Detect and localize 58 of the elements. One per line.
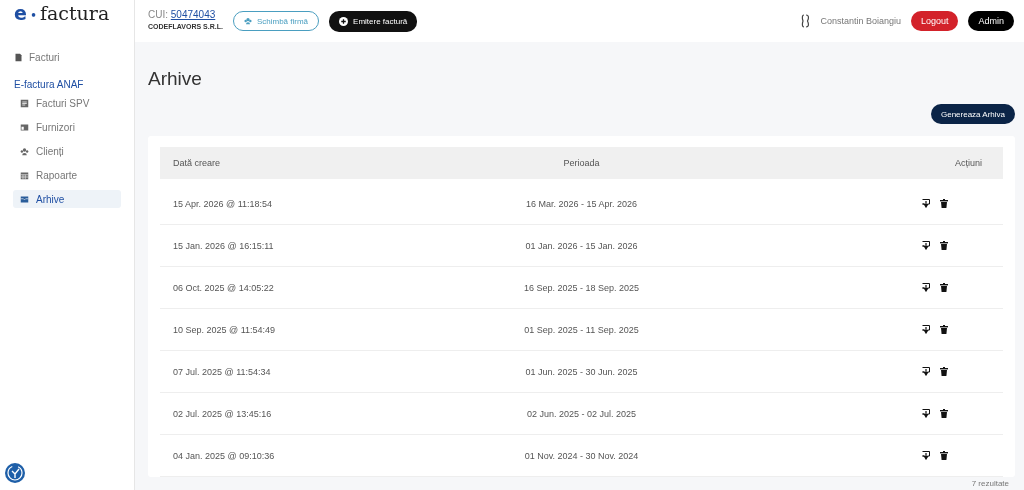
trash-icon[interactable] xyxy=(940,241,948,250)
sidebar-item[interactable]: Rapoarte xyxy=(13,166,121,184)
cui-link[interactable]: 50474043 xyxy=(170,8,216,20)
table-cell-text: 02 Jun. 2025 - 02 Jul. 2025 xyxy=(525,408,638,419)
trash-icon[interactable] xyxy=(940,409,948,418)
sidebar-item[interactable]: Facturi xyxy=(0,44,134,71)
user-name: Constantin Boiangiu xyxy=(820,16,901,26)
accessibility-icon[interactable] xyxy=(5,463,25,483)
sidebar-item[interactable]: Facturi SPV xyxy=(13,94,121,112)
table-cell-text: 01 Jan. 2026 - 15 Jan. 2026 xyxy=(524,240,639,251)
table-cell-text: 07 Jul. 2025 @ 11:54:34 xyxy=(172,366,272,377)
list-icon xyxy=(20,98,29,108)
table-cell-text: 06 Oct. 2025 @ 14:05:22 xyxy=(172,282,275,293)
page-title: Arhive xyxy=(148,68,203,91)
trash-icon[interactable] xyxy=(940,325,948,334)
admin-button[interactable]: Admin xyxy=(968,11,1014,31)
table-cell-text: 01 Nov. 2024 - 30 Nov. 2024 xyxy=(523,450,640,461)
table-cell-text: 01 Jun. 2025 - 30 Jun. 2025 xyxy=(524,366,639,377)
download-icon[interactable] xyxy=(922,199,930,208)
column-header: Acțiuni xyxy=(955,158,982,168)
users-icon xyxy=(20,146,29,156)
trash-icon[interactable] xyxy=(940,367,948,376)
table-cell-text: 10 Sep. 2025 @ 11:54:49 xyxy=(172,324,277,335)
results-count: 7 rezultate xyxy=(971,479,1009,488)
plus-icon xyxy=(339,16,349,26)
switch-company-button[interactable]: Schimbă firmă xyxy=(232,11,320,31)
archive-icon xyxy=(20,194,29,204)
sidebar-item[interactable]: Clienți xyxy=(13,142,121,160)
download-icon[interactable] xyxy=(922,367,930,376)
calendar-icon xyxy=(20,170,29,180)
table-cell-text: 02 Jul. 2025 @ 13:45:16 xyxy=(172,408,273,419)
trash-icon[interactable] xyxy=(940,199,948,208)
document-icon xyxy=(14,53,23,62)
download-icon[interactable] xyxy=(922,451,930,460)
logo[interactable]: e•factura xyxy=(0,0,134,42)
download-icon[interactable] xyxy=(922,283,930,292)
table-cell-text: 01 Sep. 2025 - 11 Sep. 2025 xyxy=(523,324,640,335)
table-icon xyxy=(20,122,29,132)
sidebar-section-title: E-factura ANAF xyxy=(13,78,85,92)
trash-icon[interactable] xyxy=(940,283,948,292)
sidebar-item[interactable]: Furnizori xyxy=(13,118,121,136)
cui-label: CUI: 50474043 xyxy=(148,8,217,20)
table-cell-text: 15 Apr. 2026 @ 11:18:54 xyxy=(172,198,274,209)
users-icon xyxy=(243,17,252,25)
issue-invoice-button[interactable]: Emitere factură xyxy=(329,10,418,32)
sidebar-item[interactable]: Arhive xyxy=(13,190,121,208)
table-cell-text: 16 Mar. 2026 - 15 Apr. 2026 xyxy=(524,198,639,209)
trash-icon[interactable] xyxy=(940,451,948,460)
download-icon[interactable] xyxy=(922,409,930,418)
generate-archive-button[interactable]: Genereaza Arhiva xyxy=(930,104,1015,124)
download-icon[interactable] xyxy=(922,325,930,334)
column-header: Dată creare xyxy=(172,158,222,168)
download-icon[interactable] xyxy=(922,241,930,250)
table-cell-text: 04 Jan. 2025 @ 09:10:36 xyxy=(172,450,276,461)
logout-button[interactable]: Logout xyxy=(910,11,959,31)
table-cell-text: 16 Sep. 2025 - 18 Sep. 2025 xyxy=(522,282,641,293)
column-header: Perioada xyxy=(562,158,601,168)
table-cell-text: 15 Jan. 2026 @ 16:15:11 xyxy=(172,240,275,251)
